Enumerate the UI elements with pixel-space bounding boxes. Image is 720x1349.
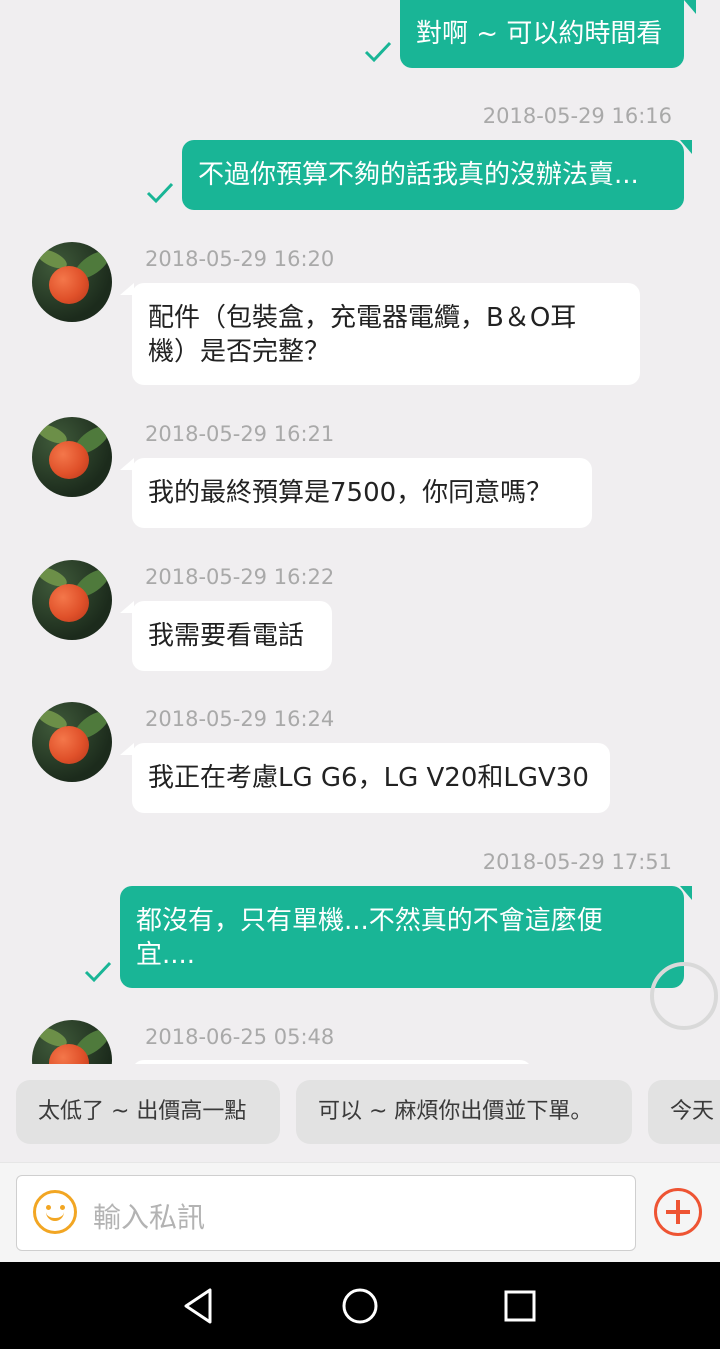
incoming-message[interactable]: 配件（包裝盒，充電器電纜，B＆O耳 機）是否完整？ [132, 283, 640, 385]
chat-thread[interactable]: 對啊 ~ 可以約時間看 2018-05-29 16:16 不過你預算不夠的話我真… [0, 0, 720, 1064]
message-timestamp: 2018-06-25 05:48 [145, 1025, 335, 1049]
bubble-tail [684, 0, 696, 14]
quick-reply-chip[interactable]: 太低了 ~ 出價高一點 [16, 1080, 280, 1144]
message-timestamp: 2018-05-29 17:51 [482, 850, 672, 874]
incoming-message[interactable]: 我需要看電話 [132, 601, 332, 671]
message-input[interactable]: 輸入私訊 [16, 1175, 636, 1251]
contact-avatar[interactable] [32, 702, 112, 782]
home-circle-icon[interactable] [340, 1286, 380, 1326]
outgoing-message[interactable]: 不過你預算不夠的話我真的沒辦法賣... [182, 140, 684, 210]
outgoing-message[interactable]: 都沒有，只有單機...不然真的不會這麼便 宜.... [120, 886, 684, 988]
contact-avatar[interactable] [32, 417, 112, 497]
contact-avatar[interactable] [32, 560, 112, 640]
message-timestamp: 2018-05-29 16:22 [145, 565, 335, 589]
message-timestamp: 2018-05-29 16:24 [145, 707, 335, 731]
message-timestamp: 2018-05-29 16:20 [145, 247, 335, 271]
smiley-icon[interactable] [33, 1190, 77, 1234]
read-check-icon [146, 182, 174, 204]
bubble-tail [680, 140, 692, 154]
contact-avatar[interactable] [32, 242, 112, 322]
plus-circle-icon[interactable] [654, 1188, 702, 1236]
quick-reply-chip[interactable]: 可以 ~ 麻煩你出價並下單。 [296, 1080, 632, 1144]
back-triangle-icon[interactable] [180, 1286, 220, 1326]
scroll-to-bottom-button[interactable] [650, 962, 718, 1030]
message-timestamp: 2018-05-29 16:16 [482, 104, 672, 128]
bubble-tail [680, 886, 692, 900]
system-navigation-bar [0, 1262, 720, 1349]
composer: 輸入私訊 [0, 1162, 720, 1263]
incoming-message[interactable]: 我正在考慮LG G6，LG V20和LGV30 [132, 743, 610, 813]
outgoing-message[interactable]: 對啊 ~ 可以約時間看 [400, 0, 684, 68]
quick-reply-bar[interactable]: 太低了 ~ 出價高一點 可以 ~ 麻煩你出價並下單。 今天 [0, 1064, 720, 1162]
read-check-icon [364, 41, 392, 63]
message-input-placeholder: 輸入私訊 [93, 1201, 206, 1234]
read-check-icon [84, 961, 112, 983]
message-timestamp: 2018-05-29 16:21 [145, 422, 335, 446]
incoming-message[interactable]: 我的最終預算是7500，你同意嗎？ [132, 458, 592, 528]
quick-reply-chip[interactable]: 今天 [648, 1080, 720, 1144]
recents-square-icon[interactable] [500, 1286, 540, 1326]
contact-avatar[interactable] [32, 1020, 112, 1064]
